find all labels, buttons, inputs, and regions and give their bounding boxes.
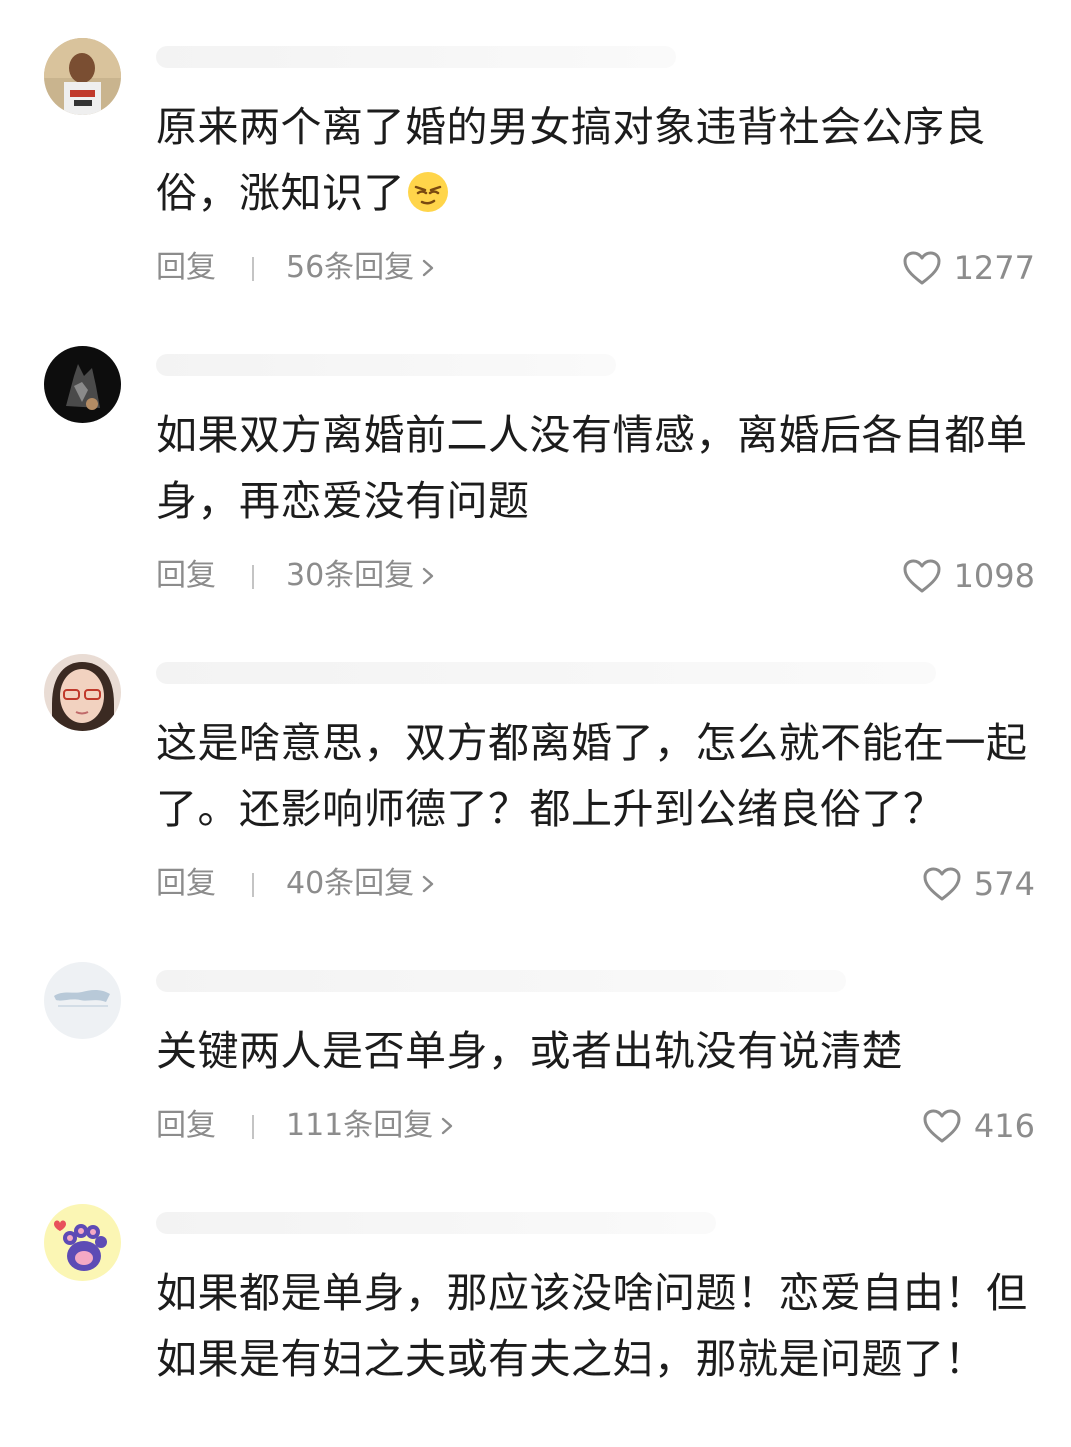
reply-button[interactable]: 回复 xyxy=(156,246,216,290)
heart-outline-icon xyxy=(923,1109,961,1143)
comment-text: 原来两个离了婚的男女搞对象违背社会公序良俗，涨知识了 xyxy=(156,103,986,217)
action-divider xyxy=(252,1115,254,1139)
user-avatar[interactable] xyxy=(44,654,121,731)
like-button[interactable]: 574 xyxy=(922,862,1035,906)
reply-button[interactable]: 回复 xyxy=(156,862,216,906)
avatar-landscape-icon xyxy=(44,962,121,1039)
chevron-right-icon xyxy=(422,567,434,585)
action-divider xyxy=(252,565,254,589)
view-replies-link[interactable]: 56条回复 xyxy=(286,246,438,290)
comment-text: 如果双方离婚前二人没有情感，离婚后各自都单身，再恋爱没有问题 xyxy=(156,411,1028,525)
like-count: 574 xyxy=(973,865,1035,903)
comment-actions: 回复 56条回复 1277 xyxy=(156,246,1035,290)
user-avatar[interactable] xyxy=(44,38,121,115)
avatar-photo-man-icon xyxy=(44,38,121,115)
chevron-right-icon xyxy=(422,259,434,277)
like-button[interactable]: 1098 xyxy=(902,554,1035,598)
like-count: 416 xyxy=(973,1107,1035,1145)
comment-actions: 回复 111条回复 416 xyxy=(156,1104,1035,1148)
username-placeholder[interactable] xyxy=(156,1212,716,1234)
username-placeholder[interactable] xyxy=(156,662,936,684)
heart-outline-icon xyxy=(903,251,941,285)
username-placeholder[interactable] xyxy=(156,970,846,992)
action-divider xyxy=(252,257,254,281)
heart-outline-icon xyxy=(923,867,961,901)
comment-text: 这是啥意思，双方都离婚了，怎么就不能在一起了。还影响师德了？都上升到公绪良俗了？ xyxy=(156,719,1028,833)
username-placeholder[interactable] xyxy=(156,354,616,376)
avatar-cat-paw-icon xyxy=(44,1204,121,1281)
comment-text: 如果都是单身，那应该没啥问题！恋爱自由！但如果是有妇之夫或有夫之妇，那就是问题了… xyxy=(156,1269,1028,1383)
replies-count-label: 111条回复 xyxy=(286,1108,434,1143)
chevron-right-icon xyxy=(442,1117,453,1135)
reply-button[interactable]: 回复 xyxy=(156,1104,216,1148)
view-replies-link[interactable]: 30条回复 xyxy=(286,554,438,598)
replies-count-label: 56条回复 xyxy=(286,250,415,285)
like-count: 1277 xyxy=(953,249,1035,287)
like-button[interactable]: 1277 xyxy=(902,246,1035,290)
like-button[interactable]: 416 xyxy=(922,1104,1035,1148)
avatar-photo-woman-icon xyxy=(44,654,121,731)
comment-actions: 回复 30条回复 1098 xyxy=(156,554,1035,598)
action-divider xyxy=(252,873,254,897)
replies-count-label: 40条回复 xyxy=(286,866,415,901)
reply-button[interactable]: 回复 xyxy=(156,554,216,598)
like-count: 1098 xyxy=(953,557,1035,595)
view-replies-link[interactable]: 111条回复 xyxy=(286,1104,457,1148)
user-avatar[interactable] xyxy=(44,346,121,423)
avatar-wolf-icon xyxy=(44,346,121,423)
user-avatar[interactable] xyxy=(44,1204,121,1281)
view-replies-link[interactable]: 40条回复 xyxy=(286,862,438,906)
heart-outline-icon xyxy=(903,559,941,593)
smirk-face-emoji-icon xyxy=(408,172,448,212)
username-placeholder[interactable] xyxy=(156,46,676,68)
user-avatar[interactable] xyxy=(44,962,121,1039)
comment-actions: 回复 40条回复 574 xyxy=(156,862,1035,906)
chevron-right-icon xyxy=(422,875,434,893)
replies-count-label: 30条回复 xyxy=(286,558,415,593)
comment-text: 关键两人是否单身，或者出轨没有说清楚 xyxy=(156,1027,903,1075)
